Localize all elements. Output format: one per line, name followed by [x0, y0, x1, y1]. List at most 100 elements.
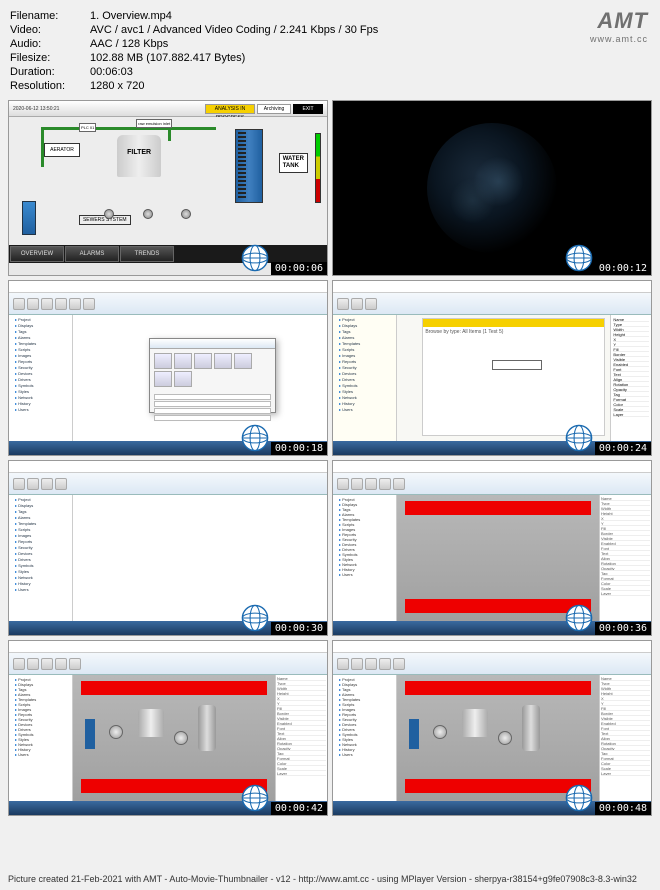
filesize-label: Filesize: [10, 52, 90, 64]
pump-icon [181, 209, 191, 219]
nav-overview[interactable]: OVERVIEW [10, 246, 64, 262]
footer-rect[interactable] [405, 779, 591, 793]
window-titlebar [333, 461, 651, 473]
toolbar-icon[interactable] [351, 658, 363, 670]
tree-item[interactable]: Users [11, 587, 70, 593]
pump-shape[interactable] [109, 725, 123, 739]
well-rect[interactable] [85, 719, 95, 749]
status-button[interactable]: ANALYSIS IN PROGRESS [205, 104, 255, 114]
thumbnail-grid: 2020-06-12 13:50:21 ANALYSIS IN PROGRESS… [0, 100, 660, 820]
toolbar-icon[interactable] [351, 298, 363, 310]
toolbar-icon[interactable] [393, 478, 405, 490]
video-value: AVC / avc1 / Advanced Video Coding / 2.2… [90, 24, 650, 36]
timestamp: 00:00:48 [595, 802, 651, 815]
toolbar-icon[interactable] [13, 658, 25, 670]
toolbar-icon[interactable] [337, 478, 349, 490]
toolbar-icon[interactable] [365, 478, 377, 490]
dialog-input[interactable] [154, 415, 271, 421]
property-row[interactable]: Layer [601, 591, 650, 596]
window-titlebar [9, 281, 327, 293]
project-tree[interactable]: ProjectDisplaysTagsAlarmsTemplatesScript… [9, 675, 73, 801]
dialog-input[interactable] [154, 394, 271, 400]
tag-input[interactable] [492, 360, 542, 370]
project-tree[interactable]: ProjectDisplaysTagsAlarmsTemplatesScript… [333, 675, 397, 801]
toolbar-icon[interactable] [337, 298, 349, 310]
template-icons [150, 349, 275, 391]
toolbar-icon[interactable] [365, 658, 377, 670]
template-icon[interactable] [174, 371, 192, 387]
toolbar-icon[interactable] [27, 478, 39, 490]
pump-shape[interactable] [498, 731, 512, 745]
toolbar-icon[interactable] [13, 298, 25, 310]
toolbar-icon[interactable] [41, 658, 53, 670]
header-rect[interactable] [81, 681, 267, 695]
timestamp: 00:00:24 [595, 442, 651, 455]
toolbar-icon[interactable] [69, 658, 81, 670]
aerator-label: AERATOR [44, 143, 80, 157]
template-icon[interactable] [194, 353, 212, 369]
toolbar-icon[interactable] [55, 658, 67, 670]
header-rect[interactable] [405, 681, 591, 695]
well-rect[interactable] [409, 719, 419, 749]
toolbar-icon[interactable] [83, 298, 95, 310]
filter-shape[interactable] [138, 709, 164, 737]
thumbnail-1: 2020-06-12 13:50:21 ANALYSIS IN PROGRESS… [8, 100, 328, 276]
nav-alarms[interactable]: ALARMS [65, 246, 119, 262]
toolbar-icon[interactable] [13, 478, 25, 490]
dialog-input[interactable] [154, 408, 271, 414]
tree-item[interactable]: Users [335, 572, 394, 577]
tank-shape[interactable] [522, 705, 540, 751]
tree-item[interactable]: Users [11, 407, 70, 413]
footer-rect[interactable] [405, 599, 591, 613]
project-tree[interactable]: ProjectDisplaysTagsAlarmsTemplatesScript… [9, 495, 73, 621]
ribbon [9, 473, 327, 495]
footer-credits: Picture created 21-Feb-2021 with AMT - A… [0, 870, 660, 890]
pump-shape[interactable] [174, 731, 188, 745]
water-tank-label: WATER TANK [279, 153, 308, 173]
designer-canvas[interactable] [73, 675, 275, 801]
toolbar-icon[interactable] [41, 298, 53, 310]
window-titlebar [9, 641, 327, 653]
browse-tab[interactable]: Browse by type: All Items (1 Test 5) [423, 327, 604, 337]
tag-browser-panel: Browse by type: All Items (1 Test 5) [422, 318, 605, 436]
exit-button[interactable]: EXIT [293, 104, 323, 114]
toolbar-icon[interactable] [337, 658, 349, 670]
tree-item[interactable]: Users [11, 752, 70, 757]
toolbar-icon[interactable] [379, 478, 391, 490]
project-tree[interactable]: ProjectDisplaysTagsAlarmsTemplatesScript… [333, 495, 397, 621]
toolbar-icon[interactable] [55, 298, 67, 310]
toolbar-icon[interactable] [41, 478, 53, 490]
window-titlebar [9, 461, 327, 473]
water-tank-graphic [235, 129, 263, 203]
filter-shape[interactable] [462, 709, 488, 737]
template-icon[interactable] [214, 353, 232, 369]
toolbar-icon[interactable] [27, 298, 39, 310]
template-icon[interactable] [174, 353, 192, 369]
property-row[interactable]: Layer [613, 412, 649, 417]
pump-shape[interactable] [433, 725, 447, 739]
tank-shape[interactable] [198, 705, 216, 751]
tree-item[interactable]: Users [335, 407, 394, 413]
archiving-button[interactable]: Archiving [257, 104, 291, 114]
template-icon[interactable] [154, 371, 172, 387]
footer-rect[interactable] [81, 779, 267, 793]
toolbar-icon[interactable] [393, 658, 405, 670]
template-icon[interactable] [154, 353, 172, 369]
designer-canvas[interactable] [397, 495, 599, 621]
template-icon[interactable] [234, 353, 252, 369]
header-rect[interactable] [405, 501, 591, 515]
toolbar-icon[interactable] [365, 298, 377, 310]
toolbar-icon[interactable] [55, 478, 67, 490]
dialog-input[interactable] [154, 401, 271, 407]
property-row[interactable]: Layer [601, 771, 650, 776]
toolbar-icon[interactable] [379, 658, 391, 670]
nav-trends[interactable]: TRENDS [120, 246, 174, 262]
designer-canvas[interactable] [397, 675, 599, 801]
project-tree[interactable]: ProjectDisplaysTagsAlarmsTemplatesScript… [9, 315, 73, 441]
property-row[interactable]: Layer [277, 771, 326, 776]
toolbar-icon[interactable] [351, 478, 363, 490]
toolbar-icon[interactable] [27, 658, 39, 670]
tree-item[interactable]: Users [335, 752, 394, 757]
toolbar-icon[interactable] [69, 298, 81, 310]
project-tree[interactable]: ProjectDisplaysTagsAlarmsTemplatesScript… [333, 315, 397, 441]
